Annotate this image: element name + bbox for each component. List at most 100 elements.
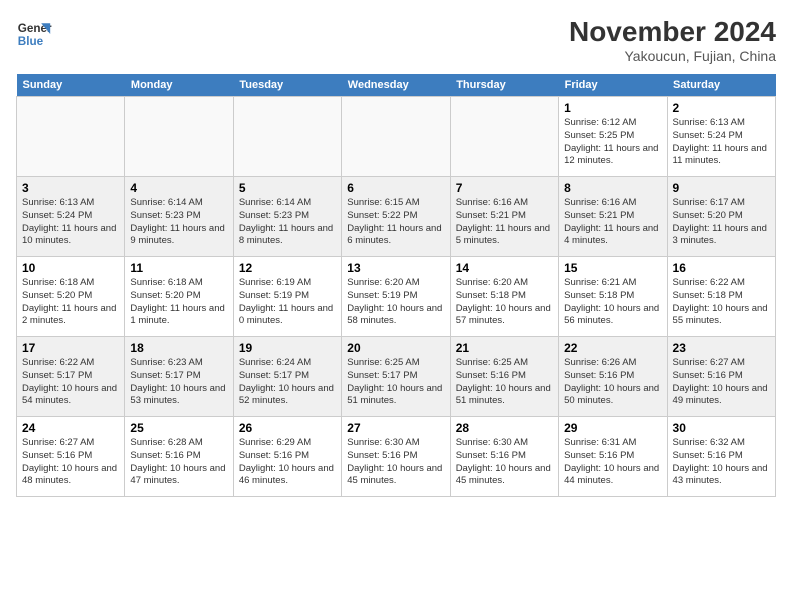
calendar-cell: 10 Sunrise: 6:18 AM Sunset: 5:20 PM Dayli…	[17, 257, 125, 337]
calendar-cell: 18Sunrise: 6:23 AM Sunset: 5:17 PM Dayli…	[125, 337, 233, 417]
day-info: Sunrise: 6:31 AM Sunset: 5:16 PM Dayligh…	[564, 437, 661, 488]
day-number: 10	[22, 261, 119, 275]
day-header-tuesday: Tuesday	[233, 74, 341, 97]
calendar-cell: 22 Sunrise: 6:26 AM Sunset: 5:16 PM Dayli…	[559, 337, 667, 417]
day-info: Sunrise: 6:22 AM Sunset: 5:17 PM Dayligh…	[22, 357, 119, 408]
logo-icon: General Blue	[16, 16, 52, 52]
day-info: Sunrise: 6:20 AM Sunset: 5:19 PM Dayligh…	[347, 277, 444, 328]
calendar-cell: 5 Sunrise: 6:14 AM Sunset: 5:23 PM Daylig…	[233, 177, 341, 257]
title-area: November 2024 Yakoucun, Fujian, China	[569, 16, 776, 64]
day-number: 27	[347, 421, 444, 435]
day-number: 20	[347, 341, 444, 355]
logo: General Blue	[16, 16, 52, 52]
day-header-row: SundayMondayTuesdayWednesdayThursdayFrid…	[17, 74, 776, 97]
day-header-saturday: Saturday	[667, 74, 775, 97]
calendar-cell: 7 Sunrise: 6:16 AM Sunset: 5:21 PM Daylig…	[450, 177, 558, 257]
day-header-friday: Friday	[559, 74, 667, 97]
calendar-cell: 4 Sunrise: 6:14 AM Sunset: 5:23 PM Daylig…	[125, 177, 233, 257]
calendar-cell: 16Sunrise: 6:22 AM Sunset: 5:18 PM Dayli…	[667, 257, 775, 337]
day-number: 2	[673, 101, 770, 115]
calendar-cell	[233, 97, 341, 177]
day-info: Sunrise: 6:18 AM Sunset: 5:20 PM Dayligh…	[22, 277, 119, 328]
calendar-cell: 23 Sunrise: 6:27 AM Sunset: 5:16 PM Dayli…	[667, 337, 775, 417]
calendar-cell: 8 Sunrise: 6:16 AM Sunset: 5:21 PM Daylig…	[559, 177, 667, 257]
day-number: 5	[239, 181, 336, 195]
calendar-cell: 12 Sunrise: 6:19 AM Sunset: 5:19 PM Dayli…	[233, 257, 341, 337]
day-info: Sunrise: 6:29 AM Sunset: 5:16 PM Dayligh…	[239, 437, 336, 488]
day-number: 29	[564, 421, 661, 435]
day-info: Sunrise: 6:25 AM Sunset: 5:16 PM Dayligh…	[456, 357, 553, 408]
calendar-cell: 14Sunrise: 6:20 AM Sunset: 5:18 PM Dayli…	[450, 257, 558, 337]
day-info: Sunrise: 6:13 AM Sunset: 5:24 PM Dayligh…	[673, 117, 770, 168]
calendar-cell: 3Sunrise: 6:13 AM Sunset: 5:24 PM Daylig…	[17, 177, 125, 257]
calendar-cell: 1Sunrise: 6:12 AM Sunset: 5:25 PM Daylig…	[559, 97, 667, 177]
week-row-5: 24 Sunrise: 6:27 AM Sunset: 5:16 PM Dayli…	[17, 417, 776, 497]
day-info: Sunrise: 6:28 AM Sunset: 5:16 PM Dayligh…	[130, 437, 227, 488]
calendar-cell	[450, 97, 558, 177]
calendar-cell: 25 Sunrise: 6:28 AM Sunset: 5:16 PM Dayli…	[125, 417, 233, 497]
day-number: 6	[347, 181, 444, 195]
calendar-cell	[342, 97, 450, 177]
calendar-table: SundayMondayTuesdayWednesdayThursdayFrid…	[16, 74, 776, 497]
header: General Blue November 2024 Yakoucun, Fuj…	[16, 16, 776, 64]
calendar-cell: 30 Sunrise: 6:32 AM Sunset: 5:16 PM Dayli…	[667, 417, 775, 497]
day-info: Sunrise: 6:22 AM Sunset: 5:18 PM Dayligh…	[673, 277, 770, 328]
day-number: 23	[673, 341, 770, 355]
day-info: Sunrise: 6:19 AM Sunset: 5:19 PM Dayligh…	[239, 277, 336, 328]
day-info: Sunrise: 6:16 AM Sunset: 5:21 PM Dayligh…	[456, 197, 553, 248]
day-number: 8	[564, 181, 661, 195]
day-number: 24	[22, 421, 119, 435]
day-info: Sunrise: 6:21 AM Sunset: 5:18 PM Dayligh…	[564, 277, 661, 328]
day-info: Sunrise: 6:14 AM Sunset: 5:23 PM Dayligh…	[130, 197, 227, 248]
calendar-cell: 28 Sunrise: 6:30 AM Sunset: 5:16 PM Dayli…	[450, 417, 558, 497]
calendar-cell: 27 Sunrise: 6:30 AM Sunset: 5:16 PM Dayli…	[342, 417, 450, 497]
calendar-cell: 24 Sunrise: 6:27 AM Sunset: 5:16 PM Dayli…	[17, 417, 125, 497]
week-row-2: 3Sunrise: 6:13 AM Sunset: 5:24 PM Daylig…	[17, 177, 776, 257]
day-number: 4	[130, 181, 227, 195]
day-info: Sunrise: 6:24 AM Sunset: 5:17 PM Dayligh…	[239, 357, 336, 408]
calendar-cell: 17 Sunrise: 6:22 AM Sunset: 5:17 PM Dayli…	[17, 337, 125, 417]
calendar-cell: 13 Sunrise: 6:20 AM Sunset: 5:19 PM Dayli…	[342, 257, 450, 337]
day-number: 13	[347, 261, 444, 275]
day-info: Sunrise: 6:18 AM Sunset: 5:20 PM Dayligh…	[130, 277, 227, 328]
day-number: 1	[564, 101, 661, 115]
calendar-cell	[17, 97, 125, 177]
week-row-4: 17 Sunrise: 6:22 AM Sunset: 5:17 PM Dayli…	[17, 337, 776, 417]
calendar-cell: 26 Sunrise: 6:29 AM Sunset: 5:16 PM Dayli…	[233, 417, 341, 497]
day-number: 26	[239, 421, 336, 435]
day-info: Sunrise: 6:14 AM Sunset: 5:23 PM Dayligh…	[239, 197, 336, 248]
day-info: Sunrise: 6:27 AM Sunset: 5:16 PM Dayligh…	[22, 437, 119, 488]
week-row-3: 10 Sunrise: 6:18 AM Sunset: 5:20 PM Dayli…	[17, 257, 776, 337]
day-number: 12	[239, 261, 336, 275]
day-info: Sunrise: 6:23 AM Sunset: 5:17 PM Dayligh…	[130, 357, 227, 408]
day-info: Sunrise: 6:13 AM Sunset: 5:24 PM Dayligh…	[22, 197, 119, 248]
day-number: 14	[456, 261, 553, 275]
day-info: Sunrise: 6:32 AM Sunset: 5:16 PM Dayligh…	[673, 437, 770, 488]
month-year: November 2024	[569, 16, 776, 48]
day-header-sunday: Sunday	[17, 74, 125, 97]
day-info: Sunrise: 6:25 AM Sunset: 5:17 PM Dayligh…	[347, 357, 444, 408]
day-number: 28	[456, 421, 553, 435]
day-header-monday: Monday	[125, 74, 233, 97]
day-number: 19	[239, 341, 336, 355]
day-number: 15	[564, 261, 661, 275]
calendar-cell: 20 Sunrise: 6:25 AM Sunset: 5:17 PM Dayli…	[342, 337, 450, 417]
day-info: Sunrise: 6:17 AM Sunset: 5:20 PM Dayligh…	[673, 197, 770, 248]
day-number: 7	[456, 181, 553, 195]
day-number: 25	[130, 421, 227, 435]
calendar-cell: 21Sunrise: 6:25 AM Sunset: 5:16 PM Dayli…	[450, 337, 558, 417]
day-info: Sunrise: 6:27 AM Sunset: 5:16 PM Dayligh…	[673, 357, 770, 408]
day-number: 17	[22, 341, 119, 355]
day-number: 30	[673, 421, 770, 435]
calendar-cell: 29 Sunrise: 6:31 AM Sunset: 5:16 PM Dayli…	[559, 417, 667, 497]
day-info: Sunrise: 6:16 AM Sunset: 5:21 PM Dayligh…	[564, 197, 661, 248]
day-info: Sunrise: 6:30 AM Sunset: 5:16 PM Dayligh…	[456, 437, 553, 488]
calendar-cell: 2 Sunrise: 6:13 AM Sunset: 5:24 PM Daylig…	[667, 97, 775, 177]
day-number: 11	[130, 261, 227, 275]
day-number: 22	[564, 341, 661, 355]
calendar-cell	[125, 97, 233, 177]
day-info: Sunrise: 6:30 AM Sunset: 5:16 PM Dayligh…	[347, 437, 444, 488]
day-number: 9	[673, 181, 770, 195]
day-info: Sunrise: 6:26 AM Sunset: 5:16 PM Dayligh…	[564, 357, 661, 408]
calendar-cell: 11 Sunrise: 6:18 AM Sunset: 5:20 PM Dayli…	[125, 257, 233, 337]
